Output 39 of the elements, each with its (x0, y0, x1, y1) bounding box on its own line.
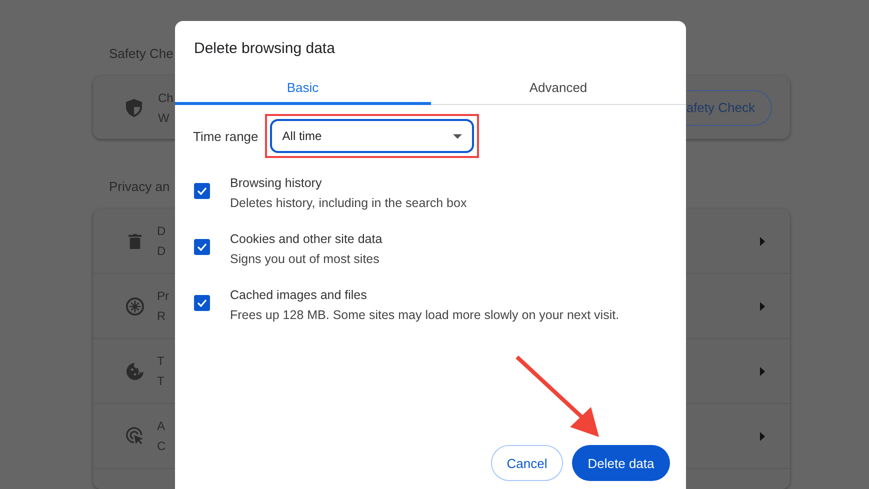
checkbox[interactable] (194, 239, 210, 255)
option-description: Frees up 128 MB. Some sites may load more slowly on your next visit. (230, 307, 620, 324)
checkbox[interactable] (194, 295, 210, 311)
card-subtitle: W (158, 110, 170, 126)
expand-arrow-icon[interactable] (760, 302, 765, 310)
checkbox[interactable] (194, 183, 210, 199)
row-subtitle: C (157, 438, 166, 455)
row-title: A (157, 418, 166, 435)
option-title: Browsing history (230, 175, 323, 192)
row-title: T (157, 353, 164, 370)
tab[interactable]: Basic (175, 73, 430, 105)
option-title: Cookies and other site data (230, 231, 382, 248)
option-description: Deletes history, including in the search box (230, 195, 467, 212)
section-heading: Safety Che (108, 46, 174, 61)
option-title: Cached images and files (230, 287, 368, 304)
row-subtitle: R (157, 308, 166, 325)
cookie-icon (125, 362, 145, 380)
row-title: Pr (157, 288, 169, 305)
delete-data-button[interactable]: Delete data (572, 445, 670, 481)
caret-icon (453, 134, 462, 138)
expand-arrow-icon[interactable] (760, 432, 765, 440)
cancel-button[interactable]: Cancel (491, 445, 563, 481)
row-subtitle: D (157, 243, 166, 260)
expand-arrow-icon[interactable] (760, 236, 765, 246)
time-range-label: Time range (193, 128, 258, 144)
dialog-title: Delete browsing data (193, 39, 336, 57)
checkmark-icon (197, 187, 207, 195)
row-title: D (157, 223, 166, 240)
checkmark-icon (197, 299, 207, 307)
shield-icon (126, 98, 142, 116)
checkmark-icon (197, 243, 207, 251)
expand-arrow-icon[interactable] (760, 366, 765, 376)
card-title: Ch (158, 90, 174, 106)
section-heading: Privacy an (108, 179, 170, 194)
cursor-target-icon (125, 427, 145, 445)
option-description: Signs you out of most sites (230, 251, 380, 268)
time-range-dropdown[interactable]: All time (270, 119, 474, 153)
row-subtitle: T (157, 373, 164, 390)
compass-icon (125, 296, 145, 316)
